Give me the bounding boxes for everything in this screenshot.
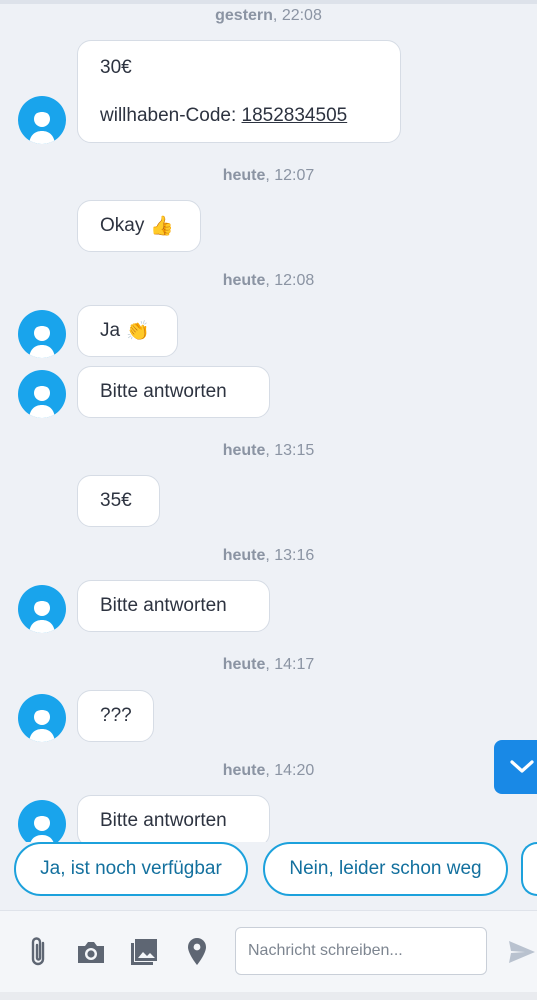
location-pin-icon (188, 938, 206, 965)
quick-reply-more[interactable] (521, 842, 537, 896)
thumbs-up-icon: 👍 (150, 216, 175, 237)
quick-replies: Ja, ist noch verfügbar Nein, leider scho… (0, 842, 537, 906)
camera-icon (78, 942, 104, 963)
message-bubble[interactable]: 35€ (77, 475, 160, 527)
user-avatar-icon (29, 596, 55, 633)
user-avatar-icon (29, 321, 55, 358)
timestamp: heute, 14:17 (222, 656, 315, 673)
avatar[interactable] (18, 800, 66, 842)
message-text: Okay (100, 215, 145, 236)
user-avatar-icon (29, 381, 55, 418)
message-bubble[interactable]: Bitte antworten (77, 366, 270, 418)
avatar[interactable] (18, 310, 66, 358)
message-text: Bitte antworten (100, 810, 227, 831)
message-bubble[interactable]: Bitte antworten (77, 580, 270, 632)
user-avatar-icon (29, 705, 55, 742)
message-bubble[interactable]: Bitte antworten (77, 795, 270, 842)
avatar[interactable] (18, 585, 66, 633)
message-bubble[interactable]: ??? (77, 690, 154, 742)
image-icon (131, 939, 157, 965)
bottom-strip (0, 992, 537, 1000)
timestamp: gestern, 22:08 (215, 7, 322, 24)
message-text: willhaben-Code: 1852834505 (100, 104, 348, 126)
timestamp: heute, 12:08 (222, 272, 315, 289)
paperclip-icon (31, 937, 45, 966)
message-list[interactable]: gestern, 22:08 30€ willhaben-Code: 18528… (0, 0, 537, 842)
message-text: 30€ (100, 56, 132, 78)
timestamp: heute, 13:15 (222, 442, 315, 459)
quick-reply-available[interactable]: Ja, ist noch verfügbar (14, 842, 248, 896)
message-text: ??? (100, 705, 132, 726)
message-composer (0, 910, 537, 992)
user-avatar-icon (29, 107, 55, 144)
clapping-hands-icon: 👏 (126, 321, 150, 342)
gallery-button[interactable] (127, 935, 161, 969)
avatar[interactable] (18, 694, 66, 742)
message-text: Bitte antworten (100, 381, 227, 402)
timestamp: heute, 12:07 (222, 167, 315, 184)
message-text: 35€ (100, 490, 132, 511)
avatar[interactable] (18, 370, 66, 418)
avatar[interactable] (18, 96, 66, 144)
message-bubble[interactable]: Ja 👏 (77, 305, 178, 357)
message-bubble[interactable]: 30€ willhaben-Code: 1852834505 (77, 40, 401, 143)
message-text: Bitte antworten (100, 595, 227, 616)
scroll-to-bottom-button[interactable] (494, 740, 537, 794)
attach-button[interactable] (22, 935, 56, 969)
quick-reply-sold[interactable]: Nein, leider schon weg (263, 842, 508, 896)
chevron-down-icon (510, 760, 534, 773)
user-avatar-icon (30, 811, 54, 842)
willhaben-code-link[interactable]: 1852834505 (242, 105, 348, 126)
message-text: Ja (100, 320, 121, 341)
location-button[interactable] (180, 935, 214, 969)
camera-button[interactable] (74, 935, 108, 969)
timestamp: heute, 14:20 (222, 762, 315, 779)
send-icon (509, 941, 535, 963)
timestamp: heute, 13:16 (222, 547, 315, 564)
send-button[interactable] (505, 935, 537, 969)
message-input[interactable] (235, 927, 487, 975)
message-bubble[interactable]: Okay 👍 (77, 200, 201, 252)
